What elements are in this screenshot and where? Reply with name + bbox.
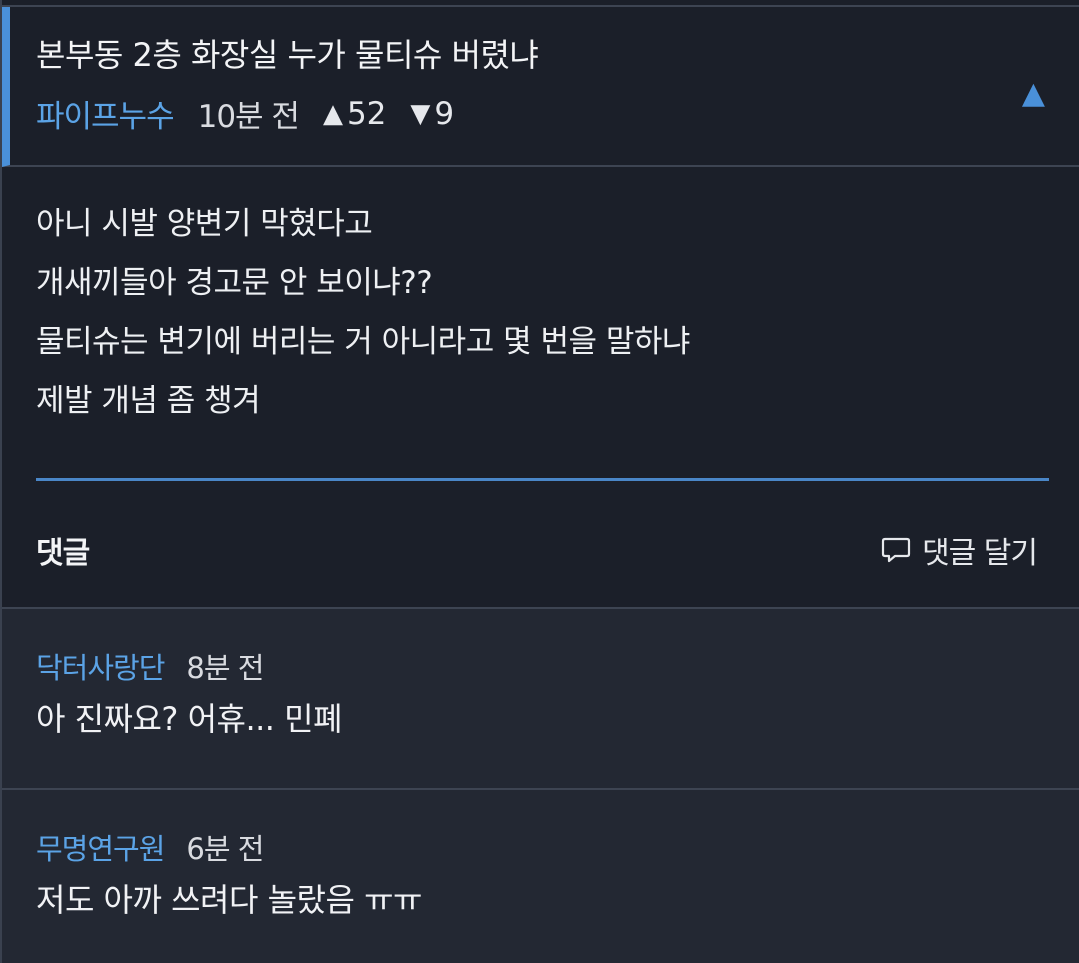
upvote-count: 52 xyxy=(346,95,387,132)
comment-time: 8분 전 xyxy=(186,651,264,685)
collapse-icon[interactable]: ▲ xyxy=(1022,79,1045,109)
upvote-button[interactable]: ▲ 52 xyxy=(323,96,386,132)
comment-item: 무명연구원 6분 전 저도 아까 쓰려다 놀랐음 ㅠㅠ xyxy=(2,790,1079,963)
post-author[interactable]: 파이프누수 xyxy=(36,91,175,136)
comment-author[interactable]: 무명연구원 xyxy=(36,826,165,868)
add-comment-label: 댓글 달기 xyxy=(922,536,1038,571)
comment-meta: 무명연구원 6분 전 xyxy=(36,826,1079,868)
post-title: 본부동 2층 화장실 누가 물티슈 버렸냐 xyxy=(36,36,539,74)
body-divider xyxy=(36,478,1049,481)
comment-text: 아 진짜요? 어휴... 민폐 xyxy=(36,700,343,738)
downvote-button[interactable]: ▼ 9 xyxy=(410,96,454,132)
comment-meta: 닥터사랑단 8분 전 xyxy=(36,645,1079,687)
post-time: 10분 전 xyxy=(197,99,300,135)
comment-text: 저도 아까 쓰려다 놀랐음 ㅠㅠ xyxy=(36,881,422,919)
downvote-icon: ▼ xyxy=(410,98,431,129)
comment-item: 닥터사랑단 8분 전 아 진짜요? 어휴... 민폐 xyxy=(2,609,1079,788)
downvote-count: 9 xyxy=(434,95,455,132)
add-comment-button[interactable]: 댓글 달기 xyxy=(880,528,1038,572)
post-body-line: 개새끼들아 경고문 안 보이냐?? xyxy=(36,265,433,301)
comment-time: 6분 전 xyxy=(186,832,264,866)
comments-title: 댓글 xyxy=(36,536,90,571)
post-body-line: 아니 시발 양변기 막혔다고 xyxy=(36,206,373,242)
upvote-icon: ▲ xyxy=(322,98,343,129)
post-body-line: 물티슈는 변기에 버리는 거 아니라고 몇 번을 말하냐 xyxy=(36,324,690,360)
top-divider xyxy=(2,0,1079,7)
comments-header: 댓글 댓글 달기 xyxy=(36,520,1038,580)
post-view: 본부동 2층 화장실 누가 물티슈 버렸냐 파이프누수 10분 전 ▲ 52 ▼… xyxy=(0,0,1079,963)
post-body-line: 제발 개념 좀 챙겨 xyxy=(36,383,261,419)
comment-author[interactable]: 닥터사랑단 xyxy=(36,645,165,687)
speech-bubble-icon xyxy=(881,537,911,563)
post-header: 본부동 2층 화장실 누가 물티슈 버렸냐 파이프누수 10분 전 ▲ 52 ▼… xyxy=(2,7,1079,167)
post-meta: 파이프누수 10분 전 ▲ 52 ▼ 9 xyxy=(36,91,1079,136)
post-body: 아니 시발 양변기 막혔다고 개새끼들아 경고문 안 보이냐?? 물티슈는 변기… xyxy=(2,167,1079,479)
